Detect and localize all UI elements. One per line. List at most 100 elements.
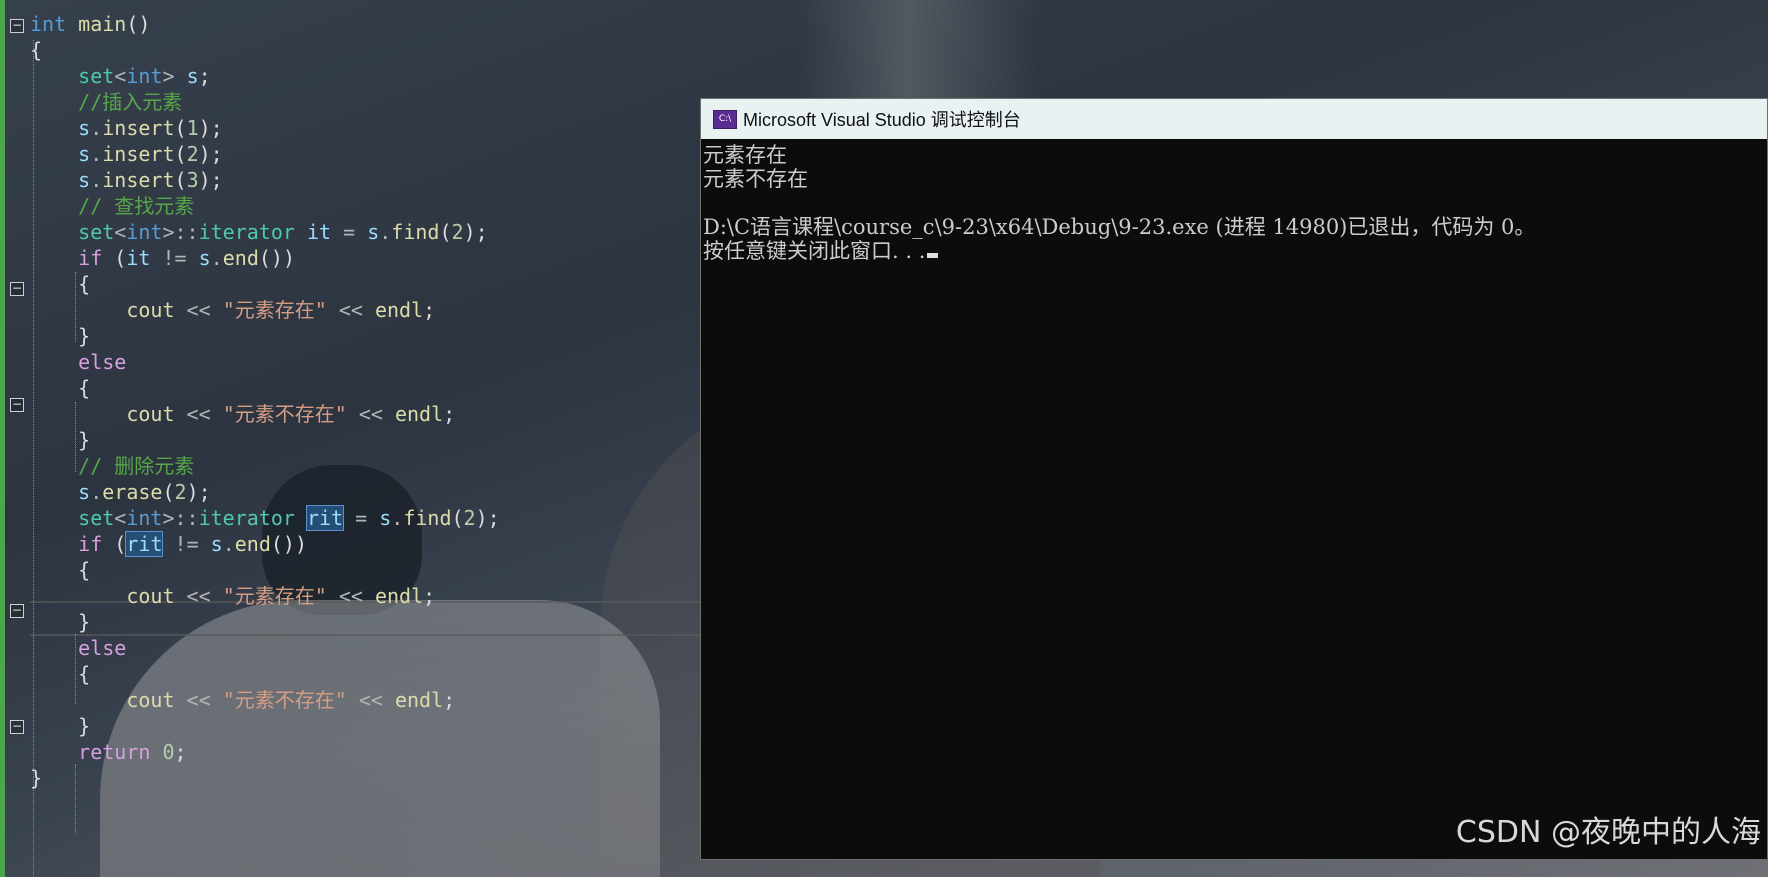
- debug-console-window[interactable]: C:\ Microsoft Visual Studio 调试控制台 元素存在 元…: [700, 98, 1768, 860]
- code-token: if: [78, 532, 103, 556]
- code-line[interactable]: s.insert(3);: [30, 166, 223, 195]
- code-token: <<: [358, 688, 383, 712]
- code-token: 2: [174, 480, 187, 504]
- code-token: .: [379, 220, 392, 244]
- fold-toggle-icon[interactable]: −: [10, 604, 24, 618]
- code-token: 2: [186, 142, 199, 166]
- code-token: .: [391, 506, 404, 530]
- code-token: >: [162, 64, 175, 88]
- code-line[interactable]: set<int> s;: [30, 62, 211, 91]
- code-line[interactable]: // 查找元素: [30, 192, 194, 221]
- code-token: <<: [186, 402, 211, 426]
- code-editor[interactable]: − − − − − int main(){ set<int> s; //插入元素…: [0, 0, 700, 877]
- code-token: (): [126, 12, 151, 36]
- code-line[interactable]: cout << "元素存在" << endl;: [30, 582, 435, 611]
- code-line[interactable]: s.insert(2);: [30, 140, 223, 169]
- code-token: ;: [198, 64, 211, 88]
- code-token: =: [343, 220, 356, 244]
- code-token: find: [403, 506, 452, 530]
- console-title-bar[interactable]: C:\ Microsoft Visual Studio 调试控制台: [701, 99, 1767, 139]
- fold-toggle-icon[interactable]: −: [10, 19, 24, 33]
- code-line[interactable]: set<int>::iterator it = s.find(2);: [30, 218, 488, 247]
- code-line[interactable]: {: [30, 556, 90, 585]
- code-line[interactable]: cout << "元素存在" << endl;: [30, 296, 435, 325]
- code-token: cout: [126, 584, 175, 608]
- indent-guide: [75, 764, 76, 834]
- console-line: 元素存在: [703, 143, 787, 167]
- code-line[interactable]: s.erase(2);: [30, 478, 211, 507]
- code-token: s: [78, 168, 91, 192]
- fold-toggle-icon[interactable]: −: [10, 398, 24, 412]
- code-token: endl: [394, 688, 444, 712]
- code-line[interactable]: {: [30, 36, 42, 65]
- code-token: {: [30, 272, 91, 296]
- code-token: <<: [186, 584, 211, 608]
- code-line[interactable]: else: [30, 634, 126, 663]
- code-token: (: [102, 532, 127, 556]
- code-line[interactable]: else: [30, 348, 126, 377]
- code-token: insert: [102, 142, 175, 166]
- code-line[interactable]: s.insert(1);: [30, 114, 223, 143]
- code-token: // 查找元素: [78, 194, 195, 218]
- code-token: set: [78, 506, 115, 530]
- code-token: ()): [258, 246, 295, 270]
- code-line[interactable]: cout << "元素不存在" << endl;: [30, 686, 455, 715]
- code-token: <<: [338, 584, 363, 608]
- code-line[interactable]: {: [30, 270, 90, 299]
- code-token: if: [78, 246, 103, 270]
- code-line[interactable]: {: [30, 660, 90, 689]
- code-token: );: [463, 220, 488, 244]
- code-line[interactable]: }: [30, 712, 90, 741]
- code-line[interactable]: set<int>::iterator rit = s.find(2);: [30, 504, 500, 533]
- code-token: s: [210, 532, 223, 556]
- code-line[interactable]: cout << "元素不存在" << endl;: [30, 400, 455, 429]
- code-line[interactable]: if (it != s.end()): [30, 244, 295, 273]
- console-app-icon: C:\: [713, 109, 737, 129]
- code-line[interactable]: return 0;: [30, 738, 186, 767]
- code-line[interactable]: }: [30, 322, 90, 351]
- code-token: !=: [162, 246, 187, 270]
- code-token: endl: [374, 298, 424, 322]
- code-line[interactable]: if (rit != s.end()): [30, 530, 307, 559]
- code-line[interactable]: }: [30, 608, 90, 637]
- code-line[interactable]: // 删除元素: [30, 452, 194, 481]
- code-token: );: [198, 168, 223, 192]
- code-line[interactable]: {: [30, 374, 90, 403]
- code-line[interactable]: }: [30, 764, 42, 793]
- fold-toggle-icon[interactable]: −: [10, 720, 24, 734]
- code-token: else: [78, 350, 127, 374]
- code-line[interactable]: //插入元素: [30, 88, 182, 117]
- code-line[interactable]: int main(): [30, 10, 150, 39]
- code-token: );: [186, 480, 211, 504]
- code-token: .: [222, 532, 235, 556]
- code-token: s: [78, 480, 91, 504]
- fold-toggle-icon[interactable]: −: [10, 282, 24, 296]
- code-token: <: [114, 506, 127, 530]
- code-token: ()): [270, 532, 308, 556]
- code-token: =: [355, 506, 368, 530]
- code-token: end: [234, 532, 271, 556]
- code-token: int: [126, 64, 163, 88]
- code-line[interactable]: }: [30, 426, 90, 455]
- code-token: int: [126, 220, 163, 244]
